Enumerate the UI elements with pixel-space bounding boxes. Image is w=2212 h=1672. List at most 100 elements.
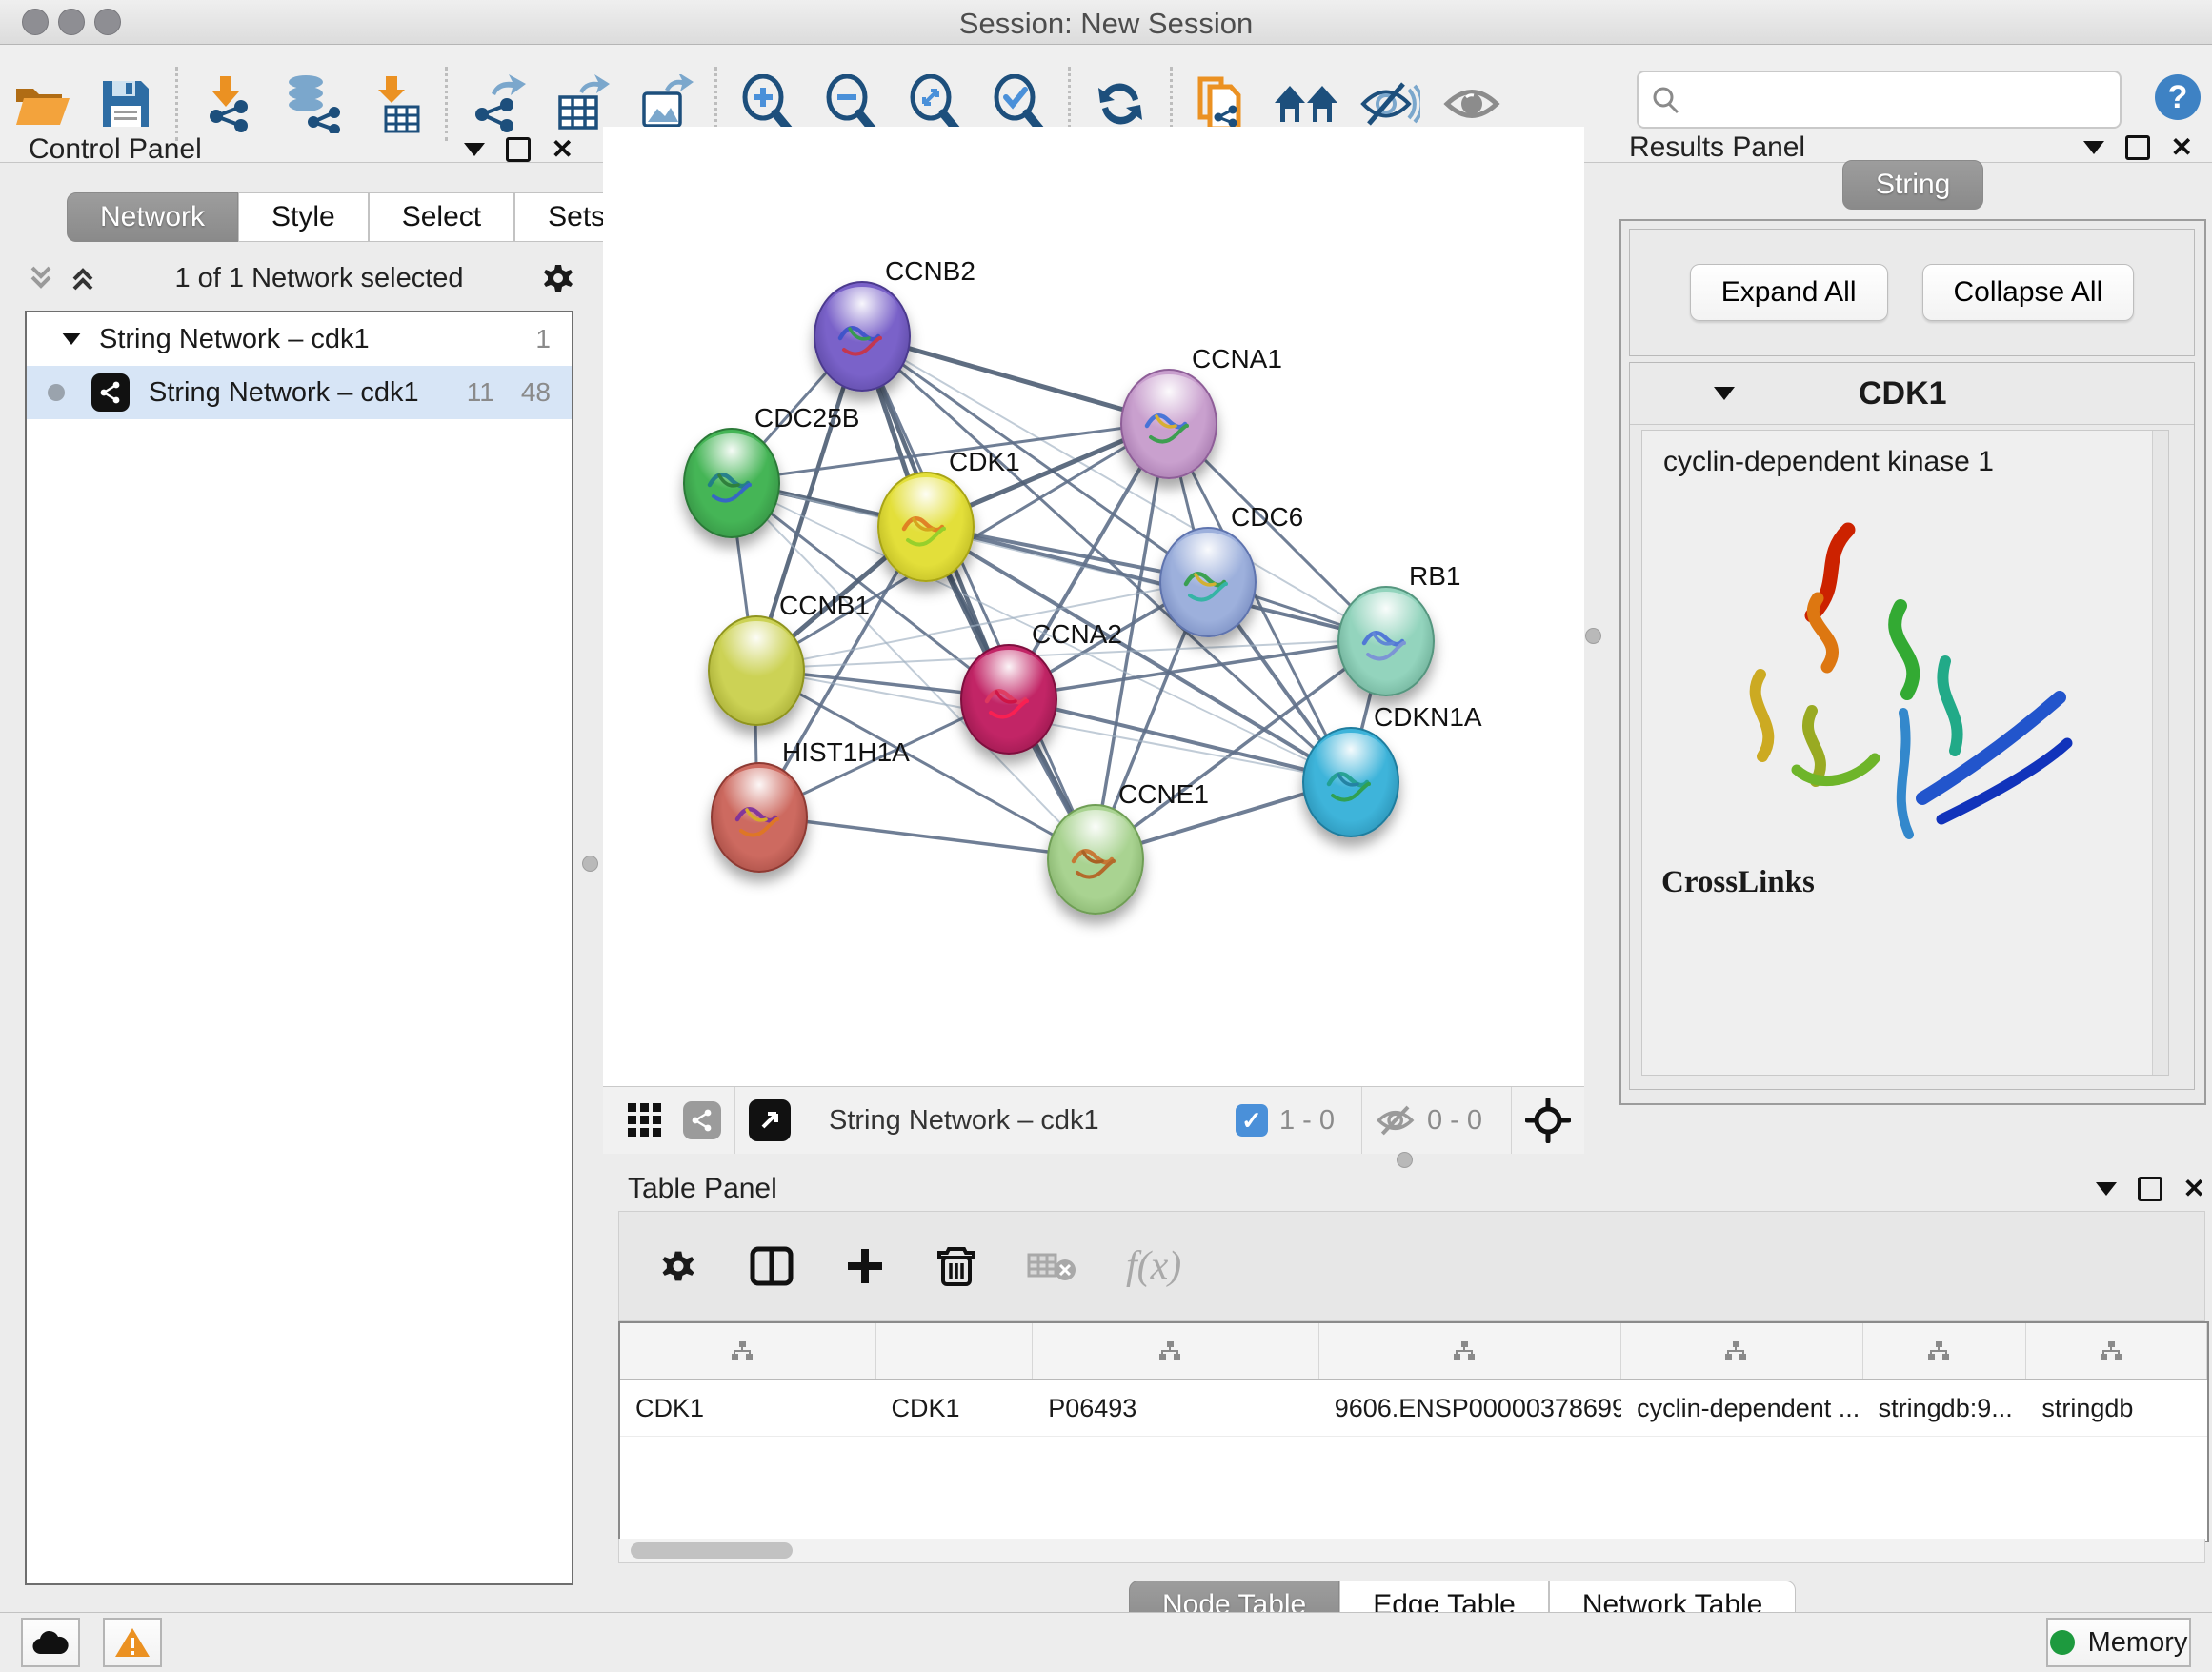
table-hscrollbar[interactable] <box>618 1539 2205 1563</box>
network-row[interactable]: String Network – cdk1 11 48 <box>27 366 572 419</box>
column-header-database-identifier[interactable] <box>1319 1323 1621 1379</box>
grid-view-icon[interactable] <box>624 1099 666 1141</box>
open-folder-icon <box>12 77 71 131</box>
tab-style[interactable]: Style <box>238 192 369 242</box>
table-row[interactable]: CDK1CDK1P064939606.ENSP00000378699cyclin… <box>620 1380 2207 1437</box>
protein-ribbon-thumbnail <box>895 500 954 559</box>
table-cell[interactable]: cyclin-dependent ... <box>1621 1394 1863 1423</box>
selected-checkbox-icon[interactable]: ✓ <box>1236 1104 1268 1137</box>
birdseye-crosshair-icon[interactable] <box>1525 1098 1571 1143</box>
edge-count: 48 <box>521 377 551 408</box>
collapse-panel-icon[interactable] <box>464 143 485 156</box>
gene-name: CDK1 <box>1859 375 1947 413</box>
network-node-cdkn1a[interactable] <box>1302 727 1399 837</box>
houses-icon <box>1273 78 1339 130</box>
network-status-dot <box>48 384 65 401</box>
network-view-toolbar: String Network – cdk1 ✓ 1 - 0 0 - 0 <box>603 1086 1584 1154</box>
current-network-name: String Network – cdk1 <box>829 1105 1099 1137</box>
memory-button[interactable]: Memory <box>2046 1618 2191 1667</box>
refresh-icon <box>1093 76 1148 131</box>
float-panel-icon[interactable] <box>2138 1177 2162 1201</box>
table-cell[interactable]: stringdb:9... <box>1863 1394 2027 1423</box>
column-header-canonical-name[interactable] <box>1033 1323 1318 1379</box>
float-panel-icon[interactable] <box>2125 135 2150 160</box>
network-node-ccna1[interactable] <box>1120 369 1217 479</box>
network-selector-bar: 1 of 1 Network selected <box>25 253 577 303</box>
table-panel-title: Table Panel <box>628 1173 777 1205</box>
string-results-box: Expand All Collapse All CDK1 cyclin-depe… <box>1619 219 2206 1105</box>
collapse-panel-icon[interactable] <box>2096 1182 2117 1196</box>
collapse-all-chevron-icon[interactable] <box>67 262 99 294</box>
table-cell[interactable]: 9606.ENSP00000378699 <box>1319 1394 1621 1423</box>
network-edge[interactable] <box>757 816 1094 857</box>
network-canvas[interactable]: CCNB2 CCNA1 CDC25B CDK1 CDC6 <box>603 127 1584 1086</box>
detach-view-button[interactable] <box>749 1099 791 1141</box>
add-column-icon[interactable] <box>844 1245 886 1287</box>
network-node-ccnb1[interactable] <box>708 615 805 726</box>
network-node-ccnb2[interactable] <box>814 281 911 392</box>
column-header--id[interactable] <box>1863 1323 2027 1379</box>
expand-all-chevron-icon[interactable] <box>25 262 57 294</box>
network-collection-row[interactable]: String Network – cdk1 1 <box>27 312 572 366</box>
hscrollbar-thumb[interactable] <box>631 1542 793 1559</box>
column-attribute-icon <box>1927 1340 1950 1361</box>
table-cell[interactable]: CDK1 <box>620 1394 876 1423</box>
delete-column-trash-icon[interactable] <box>935 1243 977 1289</box>
network-edge[interactable] <box>860 334 1094 857</box>
close-panel-icon[interactable]: ✕ <box>2171 134 2193 161</box>
zoom-in-icon <box>739 74 794 133</box>
protein-ribbon-thumbnail <box>728 791 787 850</box>
network-node-cdk1[interactable] <box>877 472 975 582</box>
gear-icon[interactable] <box>539 259 577 297</box>
column-attribute-icon <box>2100 1340 2122 1361</box>
eye-slash-icon <box>1359 78 1420 130</box>
table-gear-icon[interactable] <box>657 1245 699 1287</box>
tab-select[interactable]: Select <box>369 192 514 242</box>
expand-all-button[interactable]: Expand All <box>1690 264 1888 321</box>
network-node-rb1[interactable] <box>1337 586 1435 696</box>
warnings-button[interactable] <box>103 1618 162 1667</box>
protein-ribbon-thumbnail <box>1137 397 1196 456</box>
search-input[interactable] <box>1690 84 2120 115</box>
hidden-counts: 0 - 0 <box>1427 1105 1482 1137</box>
gene-entry-header[interactable]: CDK1 <box>1630 363 2194 425</box>
cloud-status-button[interactable] <box>21 1618 80 1667</box>
toolbar-separator <box>445 67 448 141</box>
close-panel-icon[interactable]: ✕ <box>552 136 573 163</box>
zoom-fit-icon <box>907 74 962 133</box>
network-node-cdc6[interactable] <box>1159 527 1257 637</box>
table-cell[interactable]: P06493 <box>1033 1394 1318 1423</box>
column-header-description[interactable] <box>1621 1323 1863 1379</box>
network-node-hist1h1a[interactable] <box>711 762 808 873</box>
table-cell[interactable]: CDK1 <box>876 1394 1034 1423</box>
help-button[interactable]: ? <box>2155 74 2201 120</box>
split-columns-icon[interactable] <box>749 1243 794 1289</box>
network-badge-icon[interactable] <box>683 1101 721 1139</box>
column-header-shared-name[interactable] <box>620 1323 876 1379</box>
close-panel-icon[interactable]: ✕ <box>2183 1176 2205 1202</box>
eye-icon <box>1443 78 1504 130</box>
string-network-icon <box>91 373 130 412</box>
tab-string[interactable]: String <box>1842 160 1983 210</box>
table-toolbar: f(x) <box>618 1211 2205 1321</box>
results-scrollbar[interactable] <box>2152 431 2168 1075</box>
network-node-cdc25b[interactable] <box>683 428 780 538</box>
collapse-panel-icon[interactable] <box>2083 141 2104 154</box>
node-label-ccne1: CCNE1 <box>1118 779 1209 810</box>
network-node-ccna2[interactable] <box>960 644 1057 755</box>
crosslinks-title: CrossLinks <box>1661 865 2168 900</box>
column-header-namespace[interactable] <box>2026 1323 2207 1379</box>
float-panel-icon[interactable] <box>506 137 531 162</box>
network-node-ccne1[interactable] <box>1047 804 1144 915</box>
entry-collapse-icon[interactable] <box>1714 387 1735 400</box>
tab-network[interactable]: Network <box>67 192 238 242</box>
collapse-all-button[interactable]: Collapse All <box>1922 264 2135 321</box>
table-cell[interactable]: stringdb <box>2026 1394 2207 1423</box>
column-header-name[interactable] <box>876 1323 1034 1379</box>
tree-expand-icon[interactable] <box>63 333 81 345</box>
search-field[interactable] <box>1637 71 2122 129</box>
left-splitter-handle[interactable] <box>582 856 598 872</box>
memory-label: Memory <box>2088 1627 2188 1659</box>
hidden-eye-slash-icon[interactable] <box>1376 1103 1418 1138</box>
node-count: 11 <box>467 377 494 408</box>
